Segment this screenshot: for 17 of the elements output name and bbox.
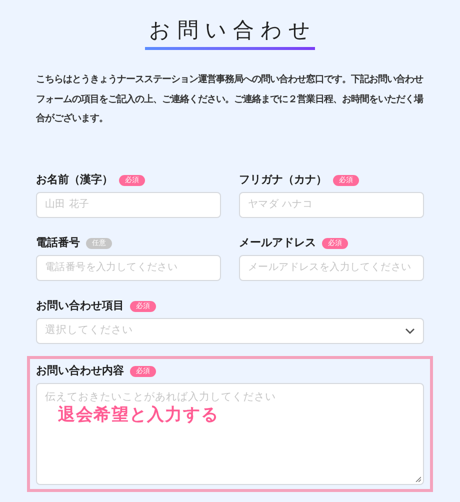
field-label: 電話番号 bbox=[36, 235, 80, 252]
field-label: お問い合わせ内容 bbox=[36, 363, 124, 380]
annotation-text: 退会希望と入力する bbox=[58, 404, 219, 426]
input-field[interactable]: メールアドレスを入力してください bbox=[239, 254, 424, 280]
chevron-down-icon bbox=[405, 328, 415, 334]
input-field[interactable]: 山田 花子 bbox=[36, 192, 221, 218]
input-field[interactable]: ヤマダ ハナコ bbox=[239, 192, 424, 218]
select-field[interactable]: 選択してください bbox=[36, 318, 424, 344]
intro-paragraph: こちらはとうきょうナースステーション運営事務局への問い合わせ窓口です。下記お問い合わせフォームの項目をご記入の上、ご連絡ください。ご連絡までに２営業日程、お時間をいただく場合がございます。 bbox=[36, 72, 424, 126]
field-label: フリガナ（カナ） bbox=[239, 172, 327, 188]
page-title: お問い合わせ bbox=[148, 17, 318, 44]
field-label: お名前（漢字） bbox=[36, 172, 113, 188]
field-label: メールアドレス bbox=[239, 235, 316, 252]
resize-handle-icon[interactable] bbox=[415, 476, 421, 482]
select-placeholder: 選択してください bbox=[45, 322, 133, 338]
field-label: お問い合わせ項目 bbox=[36, 298, 124, 314]
input-field[interactable]: 電話番号を入力してください bbox=[36, 254, 221, 280]
